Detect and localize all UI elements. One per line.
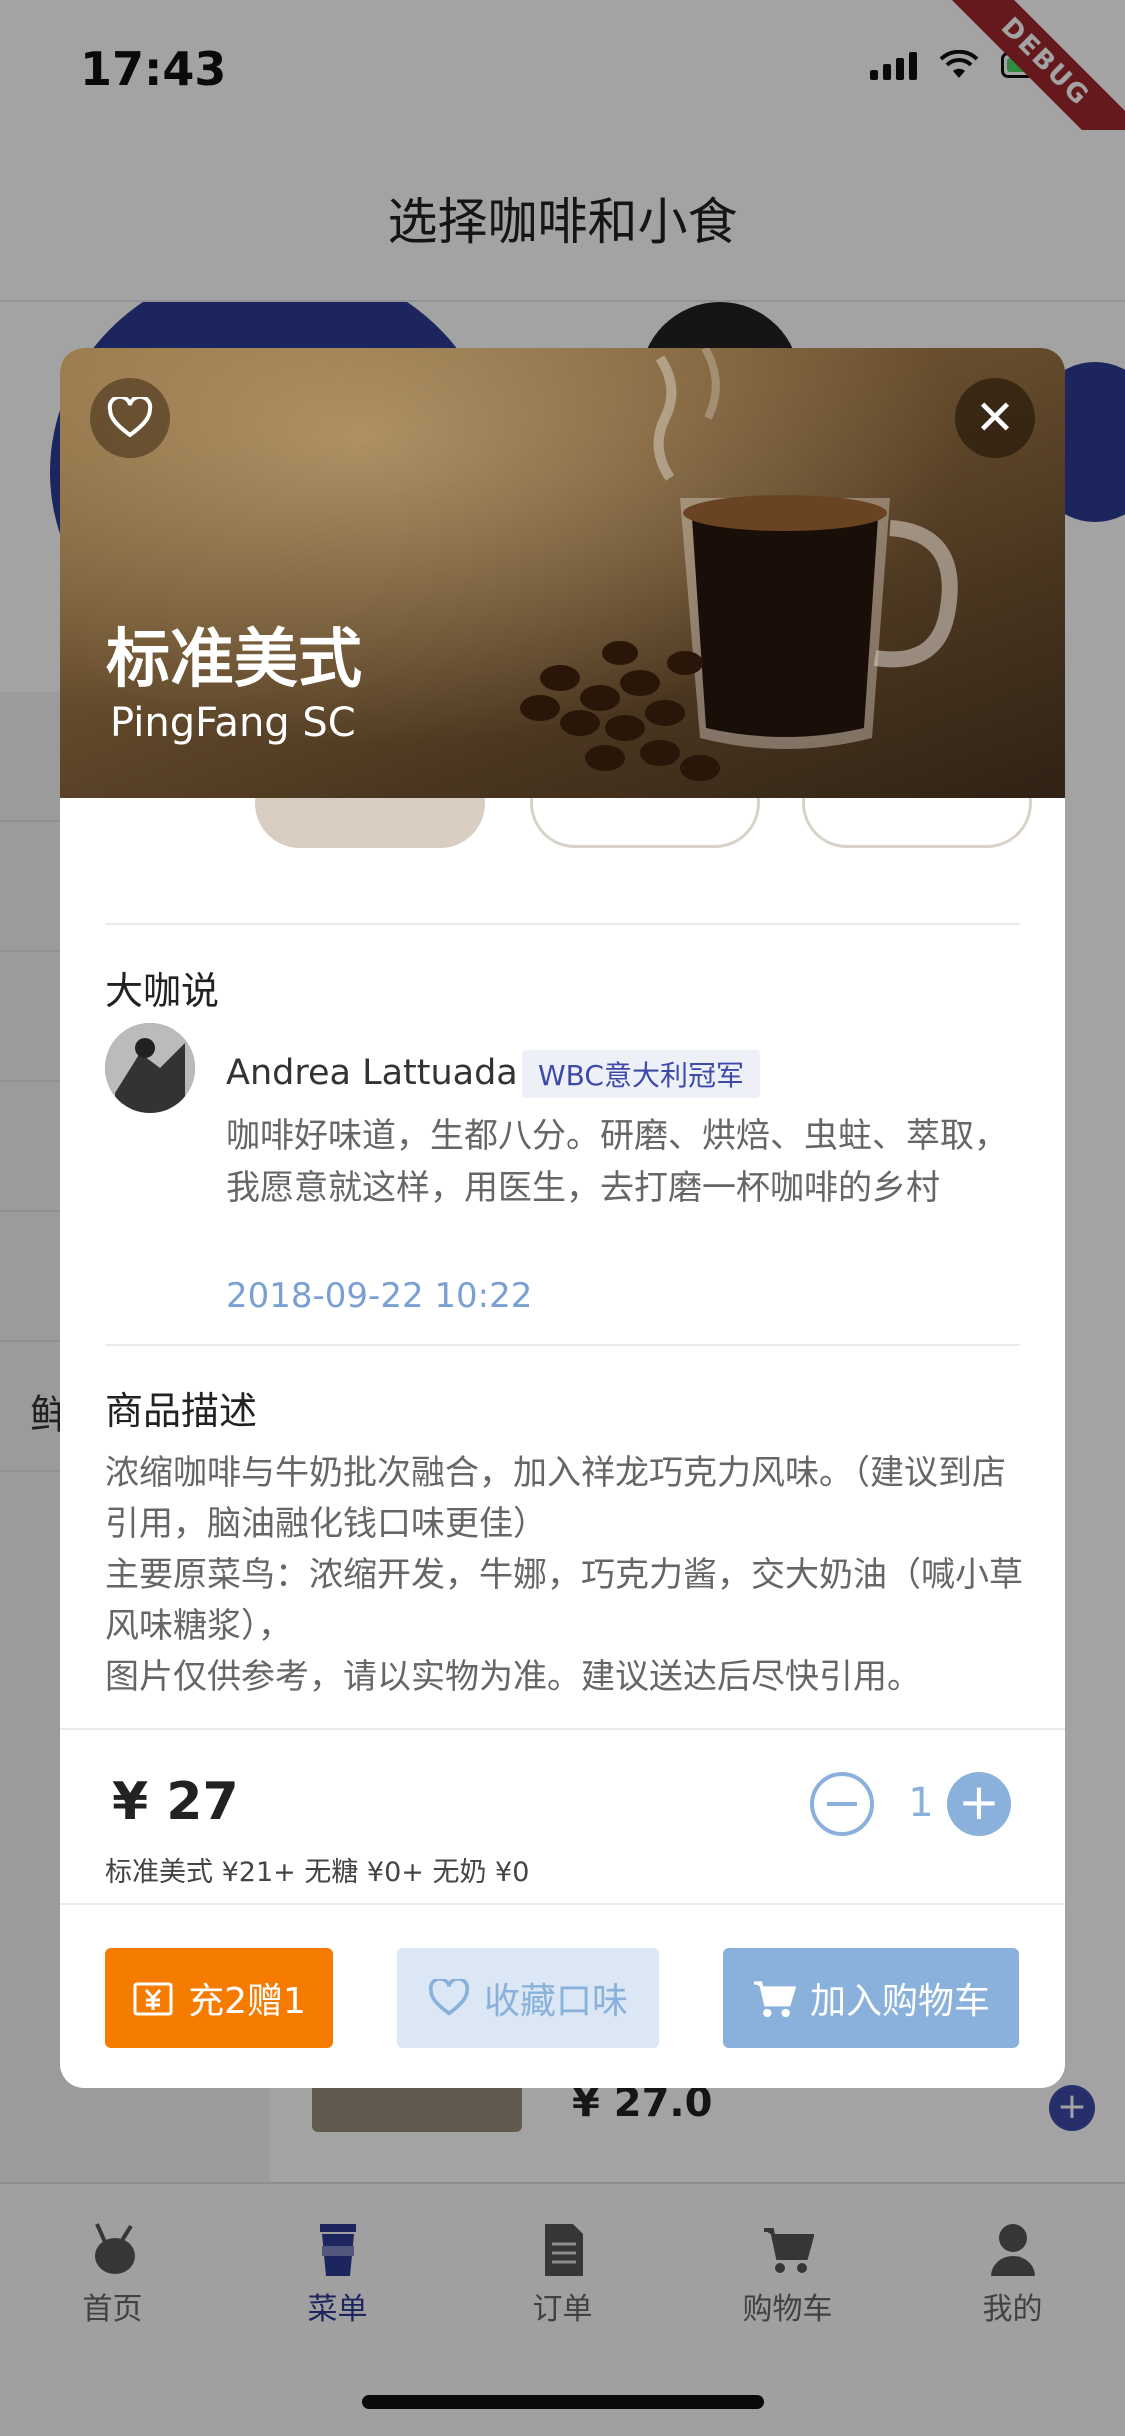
reviewer-avatar [105,1023,195,1113]
review-date: 2018-09-22 10:22 [226,1276,533,1316]
avatar-image [105,1023,195,1113]
product-title: 标准美式 [106,623,362,697]
close-icon: ✕ [974,390,1016,446]
plus-icon: + [958,1773,1000,1831]
add-to-cart-button[interactable]: 加入购物车 [723,1948,1019,2048]
reviewer-badge: WBC意大利冠军 [522,1050,760,1098]
recharge-promo-button[interactable]: 充2赠1 [105,1948,333,2048]
description-section-title: 商品描述 [105,1389,258,1433]
product-price-total: ¥ 27 [112,1772,239,1832]
option-pill[interactable] [530,798,760,848]
save-flavor-label: 收藏口味 [483,1981,628,2022]
heart-outline-icon [428,1979,470,2016]
description-line: 浓缩咖啡与牛奶批次融合，加入祥龙巧克力风味。（建议到店引用，脑油融化钱口味更佳） [105,1453,1006,1544]
divider [60,1728,1065,1730]
recharge-promo-label: 充2赠1 [188,1981,306,2022]
quantity-increase-button[interactable]: + [947,1772,1011,1836]
minus-icon: − [821,1775,863,1831]
option-selector-row [60,798,1065,878]
description-line: 主要原菜鸟：浓缩开发，牛娜，巧克力酱，交大奶油（喊小草风味糖浆）， [105,1555,1023,1646]
quantity-value: 1 [908,1780,934,1826]
close-button[interactable]: ✕ [955,378,1035,458]
cart-icon [753,1981,796,2018]
option-pill[interactable] [802,798,1032,848]
divider [105,1344,1020,1346]
divider [60,1903,1065,1905]
option-pill-selected[interactable] [255,798,485,848]
product-subtitle: PingFang SC [110,700,356,746]
quantity-decrease-button[interactable]: − [810,1772,874,1836]
save-flavor-button[interactable]: 收藏口味 [397,1948,659,2048]
product-description: 浓缩咖啡与牛奶批次融合，加入祥龙巧克力风味。（建议到店引用，脑油融化钱口味更佳）… [105,1448,1025,1703]
product-detail-modal: 标准美式 PingFang SC ✕ 大咖说 Andrea Lattuada W… [60,348,1065,2088]
product-hero-image: 标准美式 PingFang SC ✕ [60,348,1065,798]
description-line: 图片仅供参考，请以实物为准。建议送达后尽快引用。 [105,1657,921,1697]
favorite-button[interactable] [90,378,170,458]
coupon-icon [133,1982,173,2016]
price-breakdown: 标准美式 ¥21+ 无糖 ¥0+ 无奶 ¥0 [105,1857,530,1888]
divider [105,923,1020,925]
reviewer-name: Andrea Lattuada [226,1053,518,1093]
review-text: 咖啡好味道，生都八分。研磨、烘焙、虫蛀、萃取，我愿意就这样，用医生，去打磨一杯咖… [226,1116,1008,1208]
review-section-title: 大咖说 [105,969,220,1013]
add-to-cart-label: 加入购物车 [809,1981,990,2022]
heart-icon [107,397,153,438]
